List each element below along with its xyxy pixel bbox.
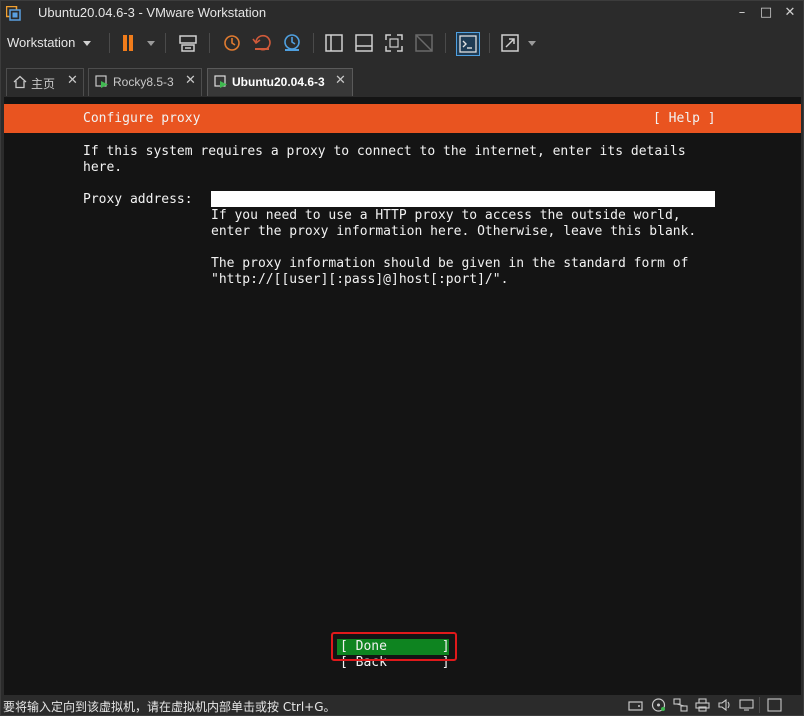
printer-icon[interactable] bbox=[695, 698, 710, 712]
title-bar: Ubuntu20.04.6-3 - VMware Workstation – □… bbox=[1, 1, 803, 27]
tab-label: Rocky8.5-3 bbox=[113, 75, 174, 89]
workstation-menu[interactable]: Workstation bbox=[7, 33, 92, 53]
minimize-button[interactable]: – bbox=[731, 3, 753, 23]
proxy-format-text: The proxy information should be given in… bbox=[211, 256, 689, 287]
single-view-icon[interactable] bbox=[353, 32, 375, 54]
manage-snapshots-icon[interactable] bbox=[281, 32, 303, 54]
maximize-button[interactable]: □ bbox=[755, 3, 777, 23]
power-menu-chevron-icon[interactable] bbox=[147, 41, 155, 46]
display-icon[interactable] bbox=[739, 698, 754, 712]
tab-rocky[interactable]: Rocky8.5-3 ✕ bbox=[88, 68, 202, 96]
intro-text: If this system requires a proxy to conne… bbox=[83, 144, 686, 175]
pause-icon[interactable] bbox=[117, 32, 139, 54]
network-icon[interactable] bbox=[673, 698, 688, 712]
toolbar: Workstation bbox=[1, 27, 803, 59]
console-view-icon[interactable] bbox=[456, 32, 480, 56]
home-icon bbox=[13, 75, 27, 89]
statusbar-divider bbox=[759, 697, 760, 713]
vm-icon bbox=[214, 75, 227, 88]
close-tab-icon[interactable]: ✕ bbox=[67, 73, 78, 88]
stretch-menu-chevron-icon[interactable] bbox=[528, 41, 536, 46]
close-window-button[interactable]: ✕ bbox=[779, 3, 801, 23]
cd-dvd-icon[interactable] bbox=[651, 698, 666, 712]
tab-label: Ubuntu20.04.6-3 bbox=[232, 75, 325, 89]
send-keys-icon[interactable] bbox=[177, 32, 199, 54]
tab-home[interactable]: 主页 ✕ bbox=[6, 68, 84, 96]
fullscreen-icon[interactable] bbox=[383, 32, 405, 54]
toolbar-divider bbox=[209, 33, 210, 53]
annotation-highlight-box bbox=[331, 632, 457, 661]
unity-icon[interactable] bbox=[413, 32, 435, 54]
close-tab-icon[interactable]: ✕ bbox=[335, 73, 346, 88]
status-message: 要将输入定向到该虚拟机，请在虚拟机内部单击或按 Ctrl+G。 bbox=[3, 700, 336, 714]
close-tab-icon[interactable]: ✕ bbox=[185, 73, 196, 88]
stretch-toggle-icon[interactable] bbox=[767, 698, 782, 712]
installer-header: Configure proxy [ Help ] bbox=[4, 104, 801, 133]
help-button[interactable]: [ Help ] bbox=[653, 111, 716, 127]
snapshot-icon[interactable] bbox=[221, 32, 243, 54]
revert-snapshot-icon[interactable] bbox=[251, 32, 273, 54]
installer-title: Configure proxy bbox=[83, 111, 201, 126]
hard-disk-icon[interactable] bbox=[628, 698, 643, 712]
tab-bar: 主页 ✕ Rocky8.5-3 ✕ Ubuntu20.04.6-3 ✕ bbox=[1, 63, 803, 97]
proxy-help-text: If you need to use a HTTP proxy to acces… bbox=[211, 208, 697, 239]
toolbar-divider bbox=[445, 33, 446, 53]
sound-icon[interactable] bbox=[717, 698, 732, 712]
sidebar-view-icon[interactable] bbox=[323, 32, 345, 54]
tab-label: 主页 bbox=[31, 77, 56, 91]
proxy-label: Proxy address: bbox=[83, 192, 193, 207]
toolbar-divider bbox=[109, 33, 110, 53]
toolbar-divider bbox=[313, 33, 314, 53]
toolbar-divider bbox=[165, 33, 166, 53]
toolbar-divider bbox=[489, 33, 490, 53]
vm-console[interactable]: Configure proxy [ Help ] If this system … bbox=[4, 97, 801, 695]
vmware-logo-icon bbox=[6, 6, 21, 21]
vm-icon bbox=[95, 75, 108, 88]
status-bar: 要将输入定向到该虚拟机，请在虚拟机内部单击或按 Ctrl+G。 bbox=[1, 695, 803, 715]
proxy-address-input[interactable] bbox=[211, 191, 715, 207]
tab-ubuntu[interactable]: Ubuntu20.04.6-3 ✕ bbox=[207, 68, 353, 96]
stretch-icon[interactable] bbox=[499, 32, 521, 54]
window-title: Ubuntu20.04.6-3 - VMware Workstation bbox=[38, 5, 267, 20]
workstation-menu-label: Workstation bbox=[7, 35, 76, 50]
vmware-window: Ubuntu20.04.6-3 - VMware Workstation – □… bbox=[0, 0, 804, 716]
chevron-down-icon bbox=[83, 41, 92, 47]
